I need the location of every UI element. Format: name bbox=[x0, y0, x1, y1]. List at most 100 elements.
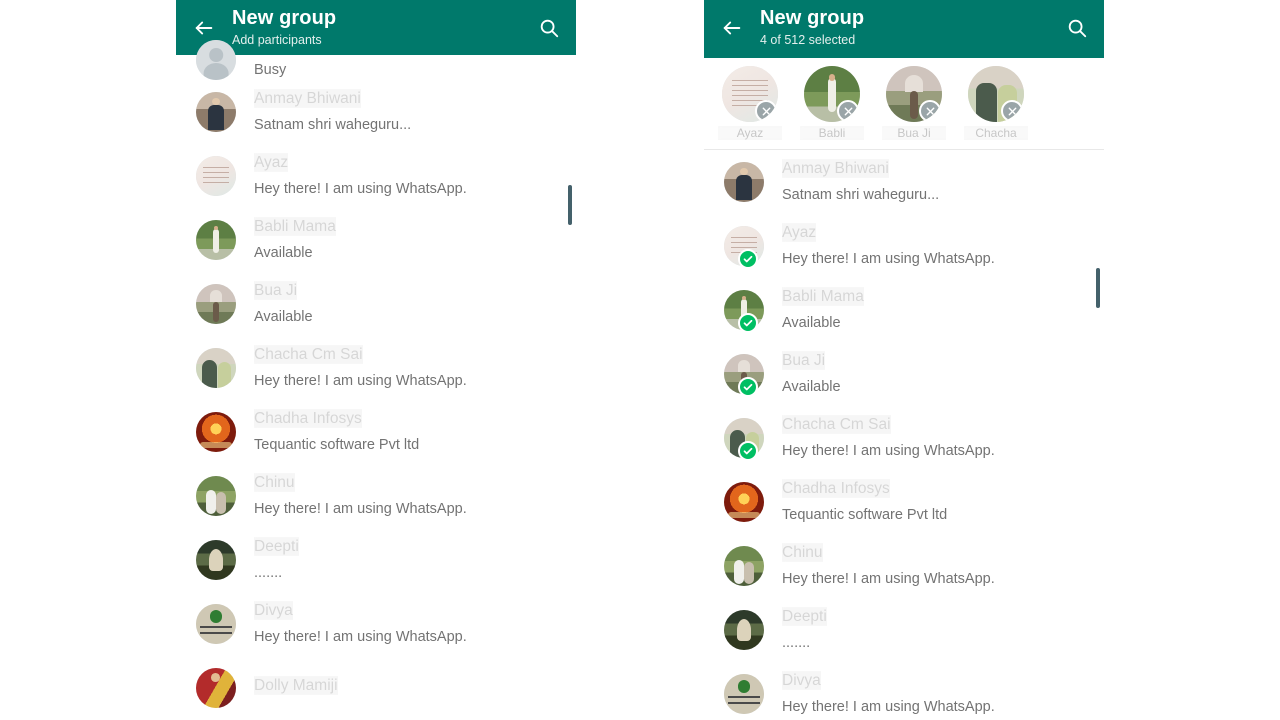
selected-participants-strip: Ayaz Babli Bua Ji Chacha bbox=[704, 58, 1104, 150]
avatar bbox=[196, 40, 236, 80]
contact-name: Babli Mama bbox=[254, 218, 336, 235]
selected-participant-chip[interactable]: Chacha bbox=[964, 66, 1028, 149]
contact-text-block: Divya Hey there! I am using WhatsApp. bbox=[782, 671, 1088, 717]
contact-status: Hey there! I am using WhatsApp. bbox=[782, 699, 995, 715]
scrollbar-right[interactable] bbox=[1096, 268, 1100, 308]
contact-row[interactable]: Babli Mama Available bbox=[176, 208, 576, 272]
close-icon[interactable] bbox=[919, 100, 941, 122]
contact-row[interactable]: Chinu Hey there! I am using WhatsApp. bbox=[176, 464, 576, 528]
contact-row[interactable]: Deepti....... bbox=[704, 598, 1104, 662]
contact-list-left[interactable]: Busy Anmay Bhiwani Satnam shri waheguru...… bbox=[176, 40, 576, 720]
scrollbar-left[interactable] bbox=[568, 185, 572, 225]
contact-row[interactable]: Deepti....... bbox=[176, 528, 576, 592]
avatar-image bbox=[196, 156, 236, 196]
close-icon[interactable] bbox=[1001, 100, 1023, 122]
avatar bbox=[724, 546, 764, 586]
contact-row[interactable]: Babli Mama Available bbox=[704, 278, 1104, 342]
contact-row[interactable]: Ayaz Hey there! I am using WhatsApp. bbox=[704, 214, 1104, 278]
app-bar-title-block-right: New group 4 of 512 selected bbox=[760, 0, 1050, 48]
avatar bbox=[724, 162, 764, 202]
avatar bbox=[196, 348, 236, 388]
avatar-image bbox=[724, 162, 764, 202]
selected-participant-chip[interactable]: Bua Ji bbox=[882, 66, 946, 149]
contact-name: Ayaz bbox=[782, 224, 817, 241]
contact-row[interactable]: Dolly Mamiji bbox=[176, 656, 576, 720]
contact-row[interactable]: Divya Hey there! I am using WhatsApp. bbox=[176, 592, 576, 656]
avatar bbox=[196, 412, 236, 452]
contact-row[interactable]: Chadha Infosys Tequantic software Pvt ltd bbox=[176, 400, 576, 464]
contact-row[interactable]: Chacha Cm Sai Hey there! I am using Whats… bbox=[176, 336, 576, 400]
avatar-image bbox=[196, 540, 236, 580]
contact-text-block: Anmay Bhiwani Satnam shri waheguru... bbox=[254, 89, 560, 135]
contact-name: Chacha Cm Sai bbox=[782, 416, 891, 433]
selected-count-label: 4 of 512 selected bbox=[760, 33, 856, 47]
contact-status: Hey there! I am using WhatsApp. bbox=[782, 251, 995, 267]
back-arrow-icon[interactable] bbox=[704, 0, 760, 55]
contact-status: Hey there! I am using WhatsApp. bbox=[254, 629, 467, 645]
chip-name: Ayaz bbox=[718, 126, 782, 140]
contact-name: Chinu bbox=[782, 544, 823, 561]
contact-text-block: Chinu Hey there! I am using WhatsApp. bbox=[254, 473, 560, 519]
contact-list-right[interactable]: Anmay Bhiwani Satnam shri waheguru... Ayaz… bbox=[704, 150, 1104, 720]
page-title: New group bbox=[232, 7, 337, 29]
avatar bbox=[724, 290, 764, 333]
contact-text-block: Busy bbox=[254, 58, 560, 80]
chip-avatar bbox=[804, 66, 860, 122]
contact-text-block: Bua Ji Available bbox=[254, 281, 560, 327]
chip-avatar bbox=[886, 66, 942, 122]
close-icon[interactable] bbox=[837, 100, 859, 122]
avatar-image bbox=[196, 668, 236, 708]
contact-row[interactable]: Chadha Infosys Tequantic software Pvt ltd bbox=[704, 470, 1104, 534]
avatar bbox=[196, 92, 236, 132]
screenshot-canvas: New group Add participants Busy Anmay Bhi… bbox=[0, 0, 1280, 720]
contact-name: Divya bbox=[254, 602, 293, 619]
contact-status: Busy bbox=[254, 62, 287, 78]
contact-status: Hey there! I am using WhatsApp. bbox=[782, 443, 995, 459]
avatar bbox=[724, 482, 764, 522]
contact-row[interactable]: Bua Ji Available bbox=[176, 272, 576, 336]
avatar-image bbox=[724, 482, 764, 522]
contact-row[interactable]: Divya Hey there! I am using WhatsApp. bbox=[704, 662, 1104, 720]
search-icon[interactable] bbox=[1050, 0, 1104, 55]
selected-check-icon bbox=[738, 377, 758, 397]
contact-status: Satnam shri waheguru... bbox=[254, 117, 412, 133]
contact-row[interactable]: Anmay Bhiwani Satnam shri waheguru... bbox=[704, 150, 1104, 214]
contact-status: Hey there! I am using WhatsApp. bbox=[254, 181, 467, 197]
contact-name: Dolly Mamiji bbox=[254, 677, 338, 694]
avatar bbox=[196, 284, 236, 324]
avatar-image bbox=[196, 92, 236, 132]
contact-status: Available bbox=[782, 315, 841, 331]
contact-row[interactable]: Ayaz Hey there! I am using WhatsApp. bbox=[176, 144, 576, 208]
contact-text-block: Divya Hey there! I am using WhatsApp. bbox=[254, 601, 560, 647]
selected-participant-chip[interactable]: Babli bbox=[800, 66, 864, 149]
contact-status: Available bbox=[254, 309, 313, 325]
contact-name: Deepti bbox=[782, 608, 827, 625]
avatar-image bbox=[724, 610, 764, 650]
close-icon[interactable] bbox=[755, 100, 777, 122]
selected-check-icon bbox=[738, 313, 758, 333]
contact-status: Tequantic software Pvt ltd bbox=[254, 437, 420, 453]
contact-row[interactable]: Busy bbox=[176, 40, 576, 80]
avatar bbox=[724, 418, 764, 461]
avatar-image bbox=[724, 546, 764, 586]
contact-text-block: Babli Mama Available bbox=[782, 287, 1088, 333]
phone-screen-left: New group Add participants Busy Anmay Bhi… bbox=[176, 0, 576, 720]
selected-participant-chip[interactable]: Ayaz bbox=[718, 66, 782, 149]
avatar bbox=[724, 354, 764, 397]
avatar-image bbox=[196, 284, 236, 324]
contact-row[interactable]: Chinu Hey there! I am using WhatsApp. bbox=[704, 534, 1104, 598]
avatar bbox=[724, 226, 764, 269]
contact-text-block: Chadha Infosys Tequantic software Pvt ltd bbox=[254, 409, 560, 455]
avatar bbox=[196, 540, 236, 580]
avatar-image bbox=[196, 604, 236, 644]
contact-name: Deepti bbox=[254, 538, 299, 555]
chip-avatar bbox=[968, 66, 1024, 122]
contact-text-block: Chinu Hey there! I am using WhatsApp. bbox=[782, 543, 1088, 589]
contact-row[interactable]: Chacha Cm Sai Hey there! I am using Whats… bbox=[704, 406, 1104, 470]
contact-status: ....... bbox=[782, 635, 811, 651]
contact-row[interactable]: Bua Ji Available bbox=[704, 342, 1104, 406]
chip-name: Babli bbox=[800, 126, 864, 140]
contact-row[interactable]: Anmay Bhiwani Satnam shri waheguru... bbox=[176, 80, 576, 144]
contact-name: Ayaz bbox=[254, 154, 289, 171]
contact-status: Hey there! I am using WhatsApp. bbox=[782, 571, 995, 587]
